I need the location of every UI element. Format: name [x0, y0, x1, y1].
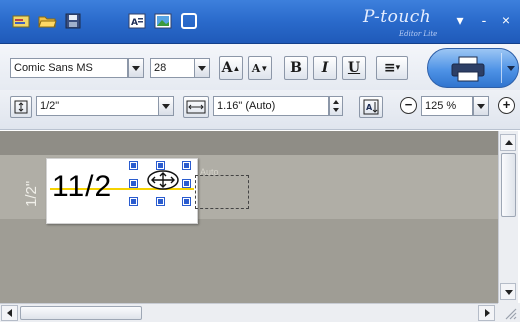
- new-label-icon[interactable]: [10, 10, 32, 32]
- spinner-up-icon[interactable]: [333, 100, 339, 104]
- save-icon[interactable]: [62, 10, 84, 32]
- zoom-select[interactable]: 125 %: [421, 96, 473, 116]
- spinner-down-icon[interactable]: [333, 108, 339, 112]
- brand-name: P-touch: [363, 7, 432, 27]
- font-size-select[interactable]: 28: [150, 58, 196, 78]
- title-bar: A P-touch Editor Lite ▾ - ×: [0, 0, 520, 44]
- tape-width-select[interactable]: 1/2": [36, 96, 160, 116]
- window-menu-dropdown[interactable]: ▾: [452, 12, 468, 28]
- insert-frame-icon[interactable]: [178, 10, 200, 32]
- selection-handle-top-left[interactable]: [129, 161, 138, 170]
- brand-subtitle: Editor Lite: [399, 30, 438, 38]
- shrink-font-button[interactable]: A ▼: [248, 56, 272, 80]
- align-center-icon: ≡: [383, 60, 396, 76]
- grow-arrow-icon: ▲: [232, 63, 241, 73]
- shrink-font-glyph: A: [251, 61, 261, 75]
- scroll-down-icon[interactable]: [500, 283, 516, 300]
- selection-handle-bottom-right[interactable]: [182, 197, 191, 206]
- selection-handle-right[interactable]: [182, 179, 191, 188]
- scroll-right-icon[interactable]: [478, 305, 495, 321]
- underline-button[interactable]: U: [342, 56, 366, 80]
- align-dropdown-icon: ▾: [395, 63, 401, 73]
- selection-handle-left[interactable]: [129, 179, 138, 188]
- auto-length-boundary: [195, 175, 249, 209]
- grow-font-button[interactable]: A ▲: [219, 56, 243, 80]
- tape-width-icon: [10, 96, 32, 118]
- label-length-icon: [183, 96, 209, 118]
- zoom-dropdown-arrow[interactable]: [473, 96, 489, 116]
- vertical-scroll-thumb[interactable]: [501, 153, 516, 217]
- selection-handle-bottom-left[interactable]: [129, 197, 138, 206]
- label-length-input[interactable]: 1.16" (Auto): [213, 96, 329, 116]
- tape-width-indicator: 1/2": [23, 180, 40, 208]
- printer-icon: [451, 56, 485, 82]
- print-button[interactable]: [427, 48, 519, 88]
- brand-logo: P-touch Editor Lite: [345, 5, 445, 39]
- auto-length-button[interactable]: A: [359, 96, 383, 118]
- minimize-button[interactable]: -: [476, 12, 492, 28]
- tape-width-dropdown-arrow[interactable]: [158, 96, 174, 116]
- label-text-object[interactable]: 11/2: [52, 167, 112, 207]
- horizontal-scroll-thumb[interactable]: [20, 306, 142, 320]
- font-name-select[interactable]: Comic Sans MS: [10, 58, 128, 78]
- font-name-dropdown-arrow[interactable]: [128, 58, 144, 78]
- close-button[interactable]: ×: [498, 12, 514, 28]
- vertical-scrollbar[interactable]: [498, 131, 518, 303]
- scroll-left-icon[interactable]: [1, 305, 18, 321]
- insert-image-icon[interactable]: [152, 10, 174, 32]
- text-align-button[interactable]: ≡ ▾: [376, 56, 408, 80]
- horizontal-scrollbar[interactable]: [0, 303, 498, 322]
- grow-font-glyph: A: [221, 60, 233, 76]
- selection-handle-top-right[interactable]: [182, 161, 191, 170]
- insert-text-icon[interactable]: A: [126, 10, 148, 32]
- print-options-arrow-icon[interactable]: [507, 66, 515, 71]
- canvas-top-band: [0, 131, 498, 155]
- zoom-in-button[interactable]: +: [498, 97, 515, 114]
- svg-text:A: A: [366, 103, 373, 112]
- svg-text:A: A: [131, 18, 138, 28]
- font-size-dropdown-arrow[interactable]: [194, 58, 210, 78]
- shrink-arrow-icon: ▼: [260, 63, 269, 73]
- zoom-out-button[interactable]: −: [400, 97, 417, 114]
- open-folder-icon[interactable]: [36, 10, 58, 32]
- resize-grip-icon[interactable]: [498, 303, 520, 322]
- print-button-separator: [501, 53, 502, 83]
- selection-handle-bottom[interactable]: [156, 197, 165, 206]
- scroll-up-icon[interactable]: [500, 134, 516, 151]
- italic-button[interactable]: I: [313, 56, 337, 80]
- label-length-spinner[interactable]: [329, 96, 343, 116]
- bold-button[interactable]: B: [284, 56, 308, 80]
- move-cursor-icon: [147, 170, 179, 190]
